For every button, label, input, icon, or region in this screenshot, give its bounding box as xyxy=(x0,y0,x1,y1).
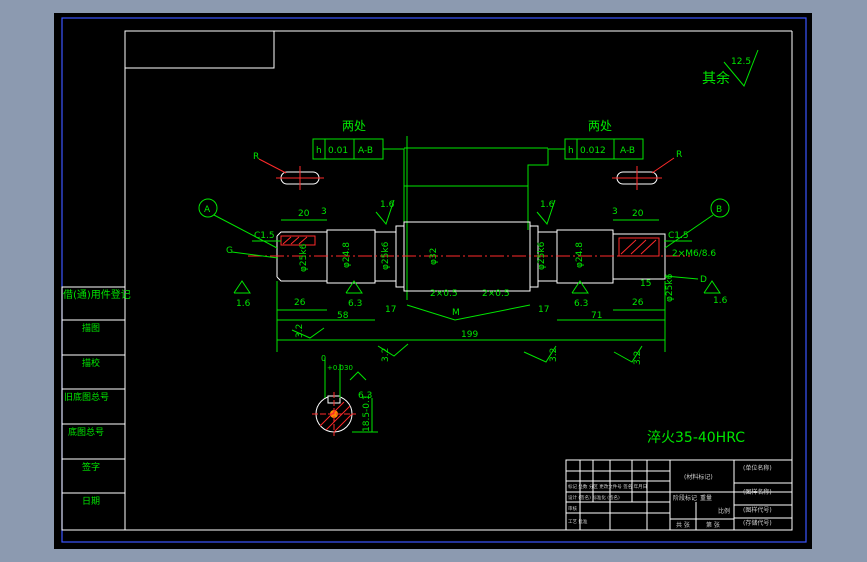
shaft-drawing: 其余 12.5 两处 h 0.01 A-B 两处 h 0.012 A-B R R xyxy=(61,17,807,543)
dim-d-left-2: φ24.8 xyxy=(342,242,352,268)
tol-value-left: 0.01 xyxy=(328,146,348,156)
dim-26-right: 26 xyxy=(632,298,644,308)
roughness-rest-label: 其余 xyxy=(702,70,730,87)
scale-label: 比例 xyxy=(718,507,730,515)
datum-A: A xyxy=(204,205,211,215)
dim-2x05-right: 2×0.5 xyxy=(482,289,510,299)
title-row-1: 标记 处数 分区 更改文件号 签名 年月日 xyxy=(568,483,647,490)
dim-17-right: 17 xyxy=(538,305,549,315)
dim-M: M xyxy=(452,308,460,318)
ra-right: 1.6 xyxy=(713,296,728,306)
dim-d-right-end: φ25k6 xyxy=(665,273,675,302)
title-row-2: 设计 (签名) 标准化 (签名) xyxy=(568,494,620,501)
label-thread: 2×M6/8.6 xyxy=(672,249,716,259)
dim-199: 199 xyxy=(461,330,478,340)
tol-symbol-left: h xyxy=(316,146,322,156)
side-panel-row-1: 描图 xyxy=(82,322,100,334)
dim-3-left: 3 xyxy=(321,207,327,217)
ra-63-b: 6.3 xyxy=(574,299,588,309)
label-R-left: R xyxy=(253,152,259,162)
dim-2x05-left: 2×0.5 xyxy=(430,289,458,299)
sheet-outer-border xyxy=(61,17,807,543)
ra-32-d: 3.2 xyxy=(633,351,643,365)
drawing-name: (图样名称) xyxy=(743,488,772,496)
ra-32-b: 3.2 xyxy=(381,348,391,362)
tol-datum-right: A-B xyxy=(620,146,635,156)
dim-d-left-3: φ25k6 xyxy=(381,241,391,270)
dim-d-center: φ32 xyxy=(429,248,439,265)
dim-d-right-1: φ25k6 xyxy=(537,241,547,270)
dim-20-left: 20 xyxy=(298,209,310,219)
tol-heading-left: 两处 xyxy=(342,119,366,133)
drawing-code: (图样代号) xyxy=(743,506,772,514)
label-R-right: R xyxy=(676,150,682,160)
tol-value-right: 0.012 xyxy=(580,146,606,156)
dim-26-left: 26 xyxy=(294,298,306,308)
heat-treatment-note: 淬火35-40HRC xyxy=(647,430,745,446)
weight-label: 重量 xyxy=(700,494,712,502)
section-depth: 18.5-0.1 xyxy=(362,394,372,432)
storage-code: (存储代号) xyxy=(743,519,772,527)
label-D: D xyxy=(700,275,707,285)
side-panel-row-2: 描校 xyxy=(82,357,100,369)
code-box xyxy=(124,30,275,69)
dim-3-right: 3 xyxy=(612,207,618,217)
side-panel-row-3: 旧底图总号 xyxy=(64,391,109,403)
side-panel-row-6: 日期 xyxy=(82,496,100,507)
ra-top-left: 1.6 xyxy=(380,200,395,210)
datum-B: B xyxy=(716,205,722,215)
tol-heading-right: 两处 xyxy=(588,119,612,133)
ra-left: 1.6 xyxy=(236,299,251,309)
sheet-total: 共 张 xyxy=(676,521,690,529)
ra-32-c: 3.2 xyxy=(549,348,559,362)
title-row-3: 审核 xyxy=(568,505,577,512)
sheet-no: 第 张 xyxy=(706,521,720,529)
ra-63-a: 6.3 xyxy=(348,299,362,309)
tol-symbol-right: h xyxy=(568,146,574,156)
cross-section xyxy=(312,392,356,436)
roughness-rest-value: 12.5 xyxy=(731,57,751,67)
label-C-right: C1.5 xyxy=(668,231,689,241)
label-G: G xyxy=(226,246,233,256)
label-C-left: C1.5 xyxy=(254,231,275,241)
unit-name: (单位名称) xyxy=(743,464,772,472)
dim-20-right: 20 xyxy=(632,209,644,219)
dim-15: 15 xyxy=(640,279,651,289)
dim-d-right-2: φ24.8 xyxy=(575,242,585,268)
dim-58: 58 xyxy=(337,311,349,321)
title-row-4: 工艺 批准 xyxy=(568,518,588,525)
tol-datum-left: A-B xyxy=(358,146,373,156)
ra-top-right: 1.6 xyxy=(540,200,555,210)
dim-17-left: 17 xyxy=(385,305,396,315)
side-panel-row-5: 签字 xyxy=(82,461,100,473)
side-panel-header: 借(通)用件登记 xyxy=(63,288,131,301)
dim-71: 71 xyxy=(591,311,602,321)
side-panel-row-4: 底图总号 xyxy=(68,426,104,438)
dim-d-left-end: φ25k6 xyxy=(299,243,309,272)
stage-label: 阶段标记 xyxy=(673,494,697,502)
material-label: (材料标记) xyxy=(684,473,713,481)
ra-32-a: 3.2 xyxy=(295,324,305,338)
